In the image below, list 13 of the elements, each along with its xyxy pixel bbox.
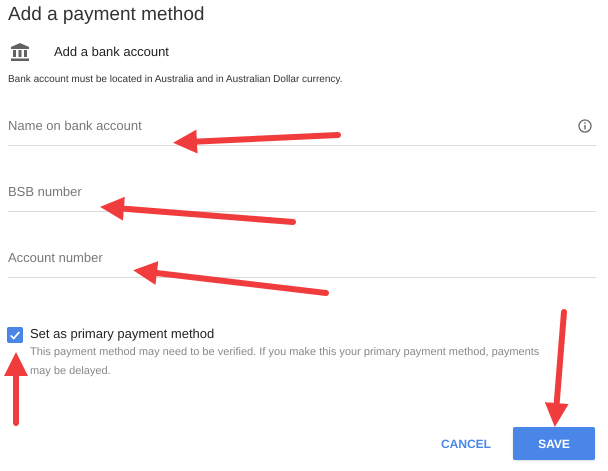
currency-note: Bank account must be located in Australia and in Australian Dollar currency. bbox=[8, 73, 344, 87]
cancel-button[interactable]: CANCEL bbox=[439, 427, 493, 460]
checkbox-description: This payment method may need to be verified. If you make this your primary payment method, payments may be delayed. bbox=[30, 345, 540, 379]
text-field[interactable]: Account number bbox=[8, 238, 596, 278]
checkbox-label: Set as primary payment method bbox=[30, 325, 216, 343]
bank-icon bbox=[11, 43, 29, 61]
dialog-title: Add a payment method bbox=[8, 3, 206, 27]
text-field[interactable]: Name on bank account bbox=[8, 106, 596, 146]
text-field[interactable]: BSB number bbox=[8, 172, 596, 212]
info-icon[interactable] bbox=[578, 119, 592, 133]
method-label: Add a bank account bbox=[54, 43, 169, 62]
save-button[interactable]: SAVE bbox=[513, 427, 595, 460]
primary-checkbox[interactable] bbox=[7, 327, 23, 343]
